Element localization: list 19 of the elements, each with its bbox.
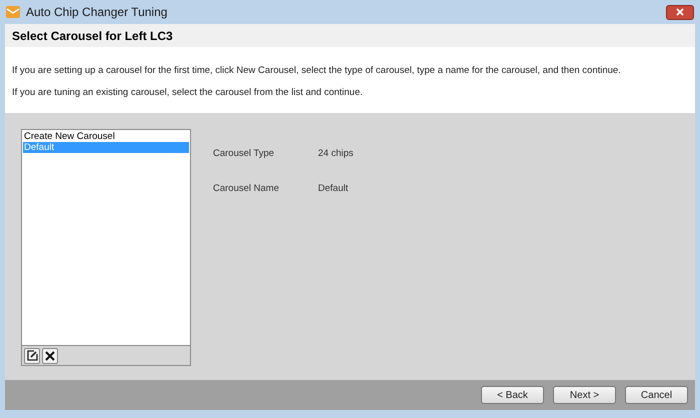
- edit-button[interactable]: [24, 348, 40, 364]
- field-value: Default: [318, 182, 348, 196]
- field-value: 24 chips: [318, 147, 354, 161]
- close-button[interactable]: [666, 4, 694, 20]
- list-item[interactable]: Create New Carousel: [23, 131, 189, 142]
- delete-button[interactable]: [42, 348, 58, 364]
- instruction-text: If you are tuning an existing carousel, select the carousel from the list and continue.: [12, 86, 364, 100]
- window-title: Auto Chip Changer Tuning: [26, 4, 168, 21]
- close-icon: [676, 8, 684, 16]
- edit-icon: [26, 350, 38, 361]
- dialog-button[interactable]: Cancel: [625, 386, 688, 404]
- dialog-button[interactable]: Next >: [553, 386, 616, 404]
- dialog-button[interactable]: < Back: [481, 386, 544, 404]
- field-label: Carousel Name: [213, 182, 280, 196]
- field-label: Carousel Type: [213, 147, 276, 161]
- page-heading: Select Carousel for Left LC3: [12, 28, 173, 44]
- instruction-text: If you are setting up a carousel for the first time, click New Carousel, select the type of carousel, type a name for the carousel, and then continue.: [12, 64, 622, 78]
- close-icon: [45, 350, 55, 360]
- envelope-icon: [6, 6, 20, 18]
